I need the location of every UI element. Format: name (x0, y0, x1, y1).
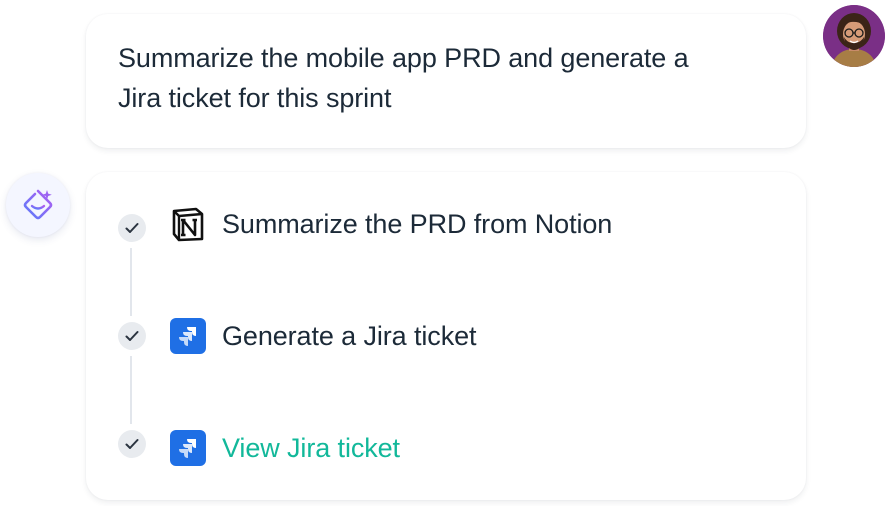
step-2-label: Generate a Jira ticket (222, 321, 477, 351)
jira-icon (170, 318, 206, 354)
timeline-connector (130, 356, 132, 424)
step-3-check-icon (118, 430, 146, 458)
notion-icon (170, 206, 206, 242)
sparkle-chat-icon (23, 189, 53, 220)
step-2-check-icon (118, 322, 146, 350)
user-avatar[interactable] (823, 5, 885, 67)
chat-view: Summarize the mobile app PRD and generat… (0, 0, 892, 506)
step-1-check-icon (118, 214, 146, 242)
step-1-label: Summarize the PRD from Notion (222, 209, 613, 239)
view-jira-ticket-link[interactable]: View Jira ticket (222, 430, 400, 466)
user-message-line-1: Summarize the mobile app PRD and generat… (118, 43, 689, 73)
jira-icon (170, 430, 206, 466)
avatar-image (823, 5, 885, 67)
assistant-avatar (6, 173, 70, 237)
timeline-connector (130, 248, 132, 316)
user-message-line-2: Jira ticket for this sprint (118, 83, 392, 113)
user-message-bubble: Summarize the mobile app PRD and generat… (86, 14, 806, 148)
